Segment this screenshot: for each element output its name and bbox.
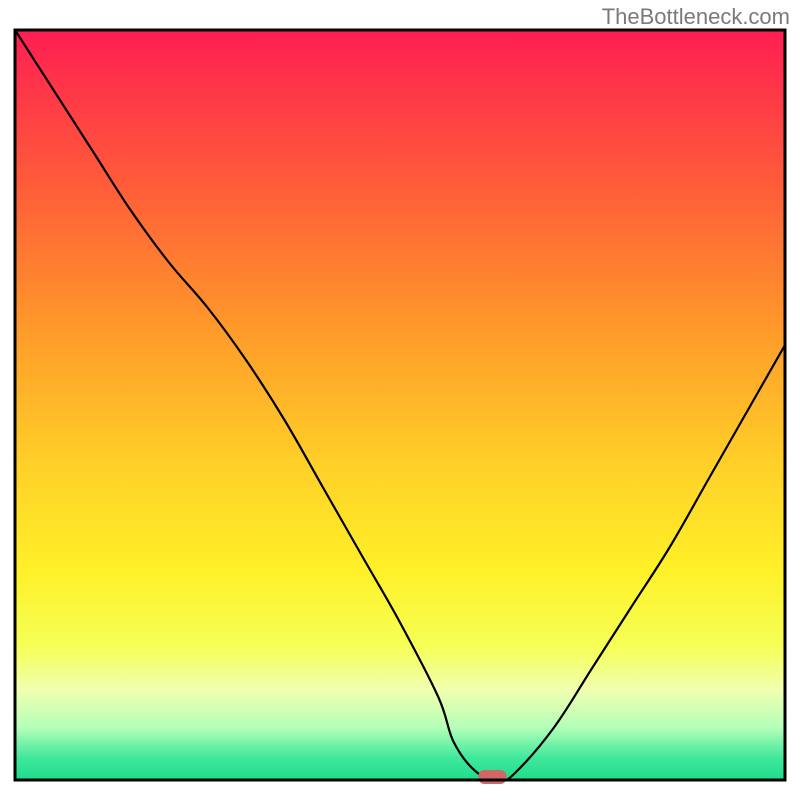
bottleneck-curve-chart <box>0 0 800 800</box>
watermark-text: TheBottleneck.com <box>602 4 790 30</box>
plot-background <box>15 30 785 780</box>
minimum-marker <box>478 770 506 784</box>
chart-container: TheBottleneck.com <box>0 0 800 800</box>
